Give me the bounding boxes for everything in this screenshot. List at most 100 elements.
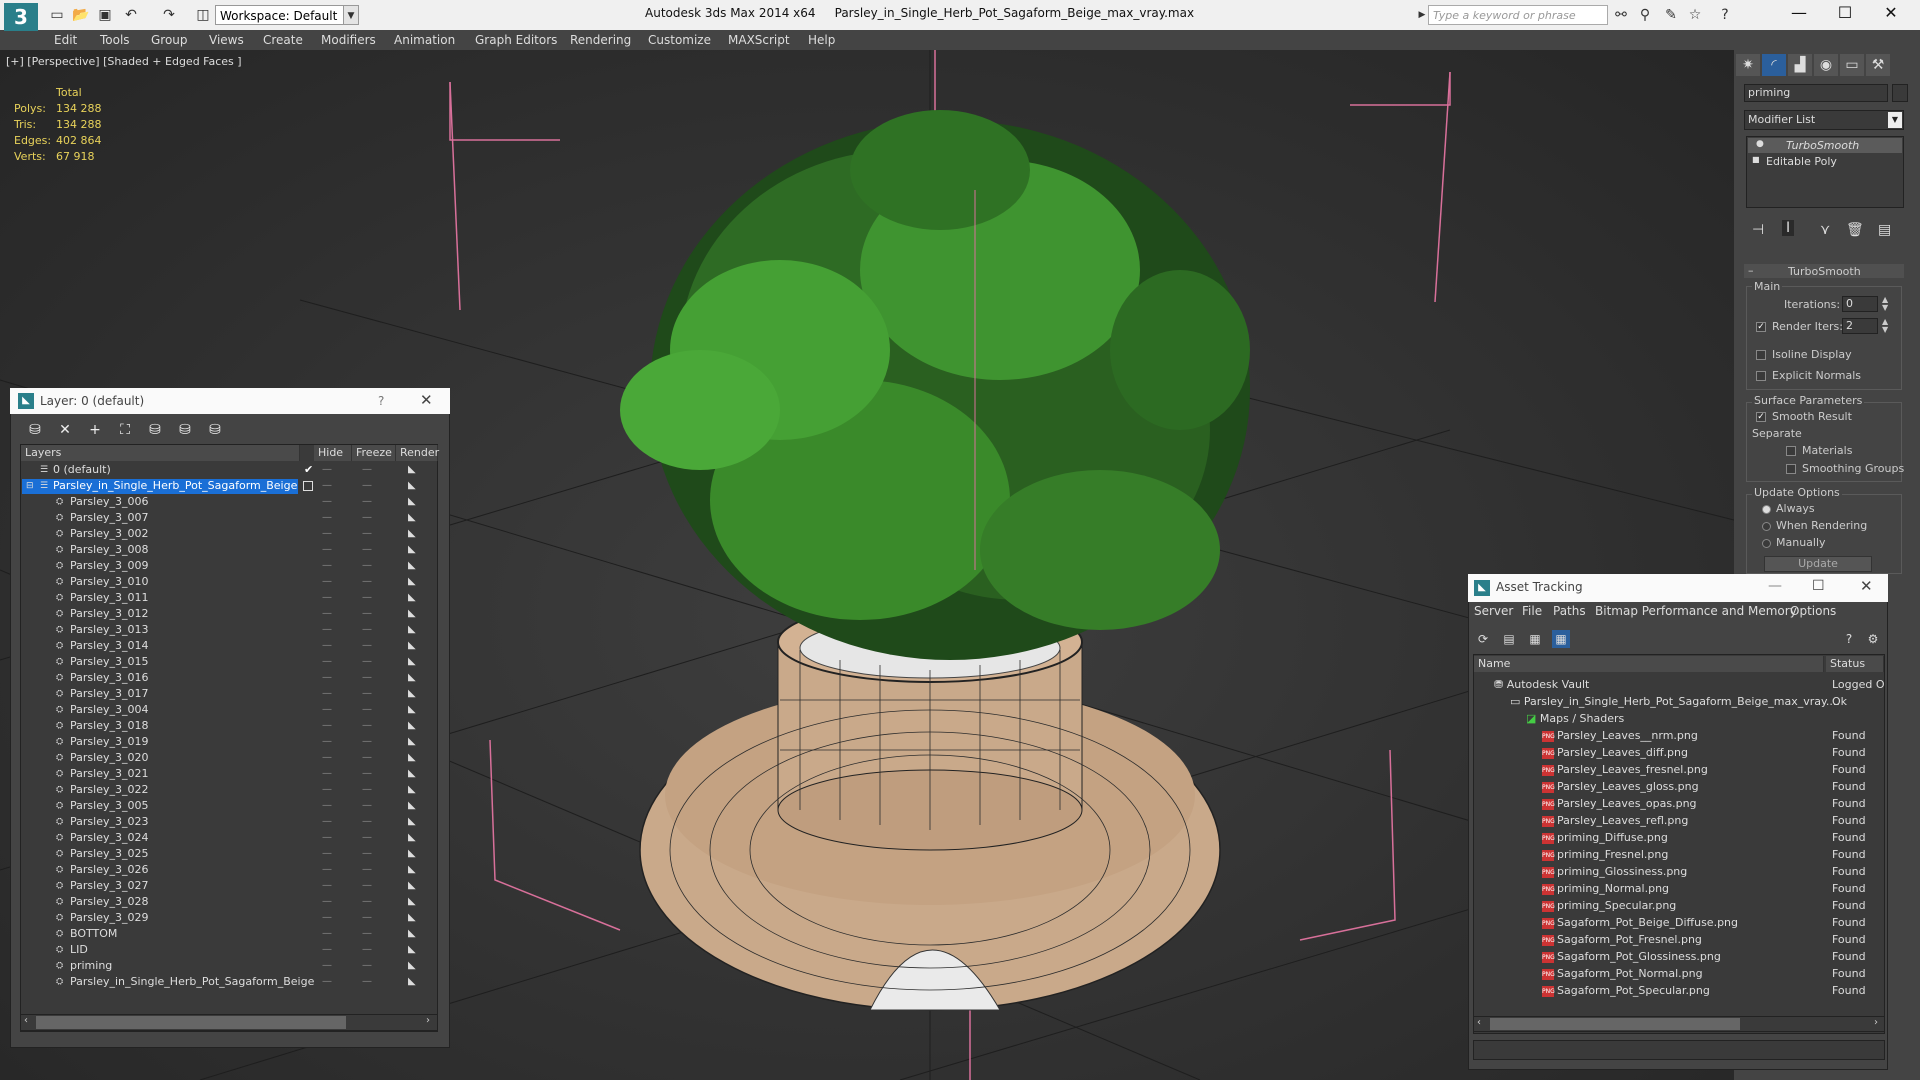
undo-icon[interactable]: ↶: [122, 6, 140, 24]
render-toggle-icon[interactable]: ◣: [408, 638, 416, 654]
layer-object-row[interactable]: BOTTOM: [70, 926, 117, 942]
column-status[interactable]: Status: [1826, 656, 1884, 672]
layer-object-row[interactable]: Parsley_3_021: [70, 766, 148, 782]
layer-object-row[interactable]: Parsley_3_020: [70, 750, 148, 766]
delete-layer-icon[interactable]: ✕: [54, 420, 76, 440]
render-toggle-icon[interactable]: ◣: [408, 814, 416, 830]
render-toggle-icon[interactable]: ◣: [408, 478, 416, 494]
utilities-tab-icon[interactable]: ⚒: [1866, 54, 1890, 76]
create-tab-icon[interactable]: ✷: [1736, 54, 1760, 76]
update-button[interactable]: Update: [1764, 556, 1872, 572]
layer-scrollbar-thumb[interactable]: [36, 1016, 346, 1029]
hide-toggle[interactable]: —: [322, 606, 332, 622]
asset-menu-options[interactable]: Options: [1790, 604, 1836, 618]
chevron-down-icon[interactable]: ▼: [1888, 112, 1902, 128]
hide-toggle[interactable]: —: [322, 702, 332, 718]
asset-scrollbar-thumb[interactable]: [1490, 1018, 1740, 1030]
layer-object-row[interactable]: Parsley_3_016: [70, 670, 148, 686]
freeze-toggle[interactable]: —: [362, 926, 372, 942]
modifier-list-select[interactable]: Modifier List: [1744, 110, 1904, 130]
light-bulb-icon[interactable]: ●: [1756, 139, 1764, 149]
render-toggle-icon[interactable]: ◣: [408, 766, 416, 782]
iterations-input[interactable]: 0: [1842, 296, 1878, 312]
layer-object-row[interactable]: Parsley_3_029: [70, 910, 148, 926]
asset-map-row[interactable]: PNG Parsley_Leaves_opas.png: [1542, 795, 1697, 812]
hide-toggle[interactable]: —: [322, 718, 332, 734]
hide-toggle[interactable]: —: [322, 526, 332, 542]
communication-icon[interactable]: ✎: [1662, 6, 1680, 24]
hide-toggle[interactable]: —: [322, 558, 332, 574]
freeze-toggle[interactable]: —: [362, 910, 372, 926]
hide-all-icon[interactable]: ⛁: [174, 420, 196, 440]
stack-item-editable-poly[interactable]: Editable Poly: [1766, 155, 1837, 168]
refresh-icon[interactable]: ⟳: [1474, 630, 1492, 648]
hide-toggle[interactable]: —: [322, 574, 332, 590]
hide-toggle[interactable]: —: [322, 590, 332, 606]
hide-toggle[interactable]: —: [322, 494, 332, 510]
help-icon[interactable]: ?: [378, 394, 384, 408]
hide-toggle[interactable]: —: [322, 958, 332, 974]
menu-maxscript[interactable]: MAXScript: [728, 30, 790, 50]
render-toggle-icon[interactable]: ◣: [408, 494, 416, 510]
freeze-toggle[interactable]: —: [362, 654, 372, 670]
render-toggle-icon[interactable]: ◣: [408, 910, 416, 926]
motion-tab-icon[interactable]: ◉: [1814, 54, 1838, 76]
binoculars-icon[interactable]: ⚯: [1612, 6, 1630, 24]
freeze-toggle[interactable]: —: [362, 862, 372, 878]
layer-object-row[interactable]: Parsley_in_Single_Herb_Pot_Sagaform_Beig…: [70, 974, 314, 990]
hide-toggle[interactable]: —: [322, 814, 332, 830]
vault-row[interactable]: ⛃ Autodesk Vault: [1494, 676, 1589, 693]
freeze-toggle[interactable]: —: [362, 558, 372, 574]
expand-plus-icon[interactable]: ■: [1752, 155, 1760, 164]
render-toggle-icon[interactable]: ◣: [408, 862, 416, 878]
freeze-toggle[interactable]: —: [362, 494, 372, 510]
freeze-toggle[interactable]: —: [362, 734, 372, 750]
render-toggle-icon[interactable]: ◣: [408, 846, 416, 862]
freeze-toggle[interactable]: —: [362, 718, 372, 734]
column-freeze[interactable]: Freeze: [352, 445, 396, 461]
layer-object-row[interactable]: LID: [70, 942, 88, 958]
close-button[interactable]: ✕: [1868, 0, 1914, 28]
column-name[interactable]: Name: [1474, 656, 1824, 672]
render-toggle-icon[interactable]: ◣: [408, 926, 416, 942]
object-color-swatch[interactable]: [1892, 84, 1908, 102]
render-toggle-icon[interactable]: ◣: [408, 590, 416, 606]
freeze-toggle[interactable]: —: [362, 894, 372, 910]
asset-map-row[interactable]: PNG Parsley_Leaves_diff.png: [1542, 744, 1688, 761]
render-toggle-icon[interactable]: ◣: [408, 542, 416, 558]
layer-object-row[interactable]: Parsley_3_004: [70, 702, 148, 718]
freeze-all-icon[interactable]: ⛁: [204, 420, 226, 440]
layer-object-row[interactable]: Parsley_3_006: [70, 494, 148, 510]
always-radio[interactable]: [1762, 505, 1771, 514]
menu-views[interactable]: Views: [209, 30, 244, 50]
smoothing-groups-checkbox[interactable]: [1786, 464, 1796, 474]
hierarchy-tab-icon[interactable]: ▟: [1788, 54, 1812, 76]
layer-row-selected[interactable]: Parsley_in_Single_Herb_Pot_Sagaform_Beig…: [53, 478, 297, 494]
hide-toggle[interactable]: —: [322, 734, 332, 750]
favorites-star-icon[interactable]: ☆: [1686, 6, 1704, 24]
layer-object-row[interactable]: Parsley_3_002: [70, 526, 148, 542]
freeze-toggle[interactable]: —: [362, 782, 372, 798]
layer-object-row[interactable]: Parsley_3_018: [70, 718, 148, 734]
asset-menu-paths[interactable]: Paths: [1553, 604, 1586, 618]
asset-map-row[interactable]: PNG Sagaform_Pot_Normal.png: [1542, 965, 1703, 982]
menu-customize[interactable]: Customize: [648, 30, 711, 50]
hide-toggle[interactable]: —: [322, 654, 332, 670]
redo-icon[interactable]: ↷: [160, 6, 178, 24]
scroll-left-icon[interactable]: ‹: [1477, 1017, 1481, 1028]
column-render[interactable]: Render: [396, 445, 439, 461]
freeze-toggle[interactable]: —: [362, 702, 372, 718]
hide-toggle[interactable]: —: [322, 974, 332, 990]
freeze-toggle[interactable]: —: [362, 766, 372, 782]
render-toggle-icon[interactable]: ◣: [408, 670, 416, 686]
file-row[interactable]: ▭ Parsley_in_Single_Herb_Pot_Sagaform_Be…: [1510, 693, 1840, 710]
subscription-icon[interactable]: ⚲: [1636, 6, 1654, 24]
hide-toggle[interactable]: —: [322, 462, 332, 478]
layer-object-row[interactable]: Parsley_3_010: [70, 574, 148, 590]
app-logo-icon[interactable]: 3: [4, 3, 38, 31]
render-toggle-icon[interactable]: ◣: [408, 622, 416, 638]
asset-map-row[interactable]: PNG Sagaform_Pot_Fresnel.png: [1542, 931, 1702, 948]
close-button[interactable]: ✕: [1860, 577, 1873, 595]
asset-map-row[interactable]: PNG priming_Fresnel.png: [1542, 846, 1668, 863]
tree-view-icon[interactable]: ▦: [1526, 630, 1544, 648]
